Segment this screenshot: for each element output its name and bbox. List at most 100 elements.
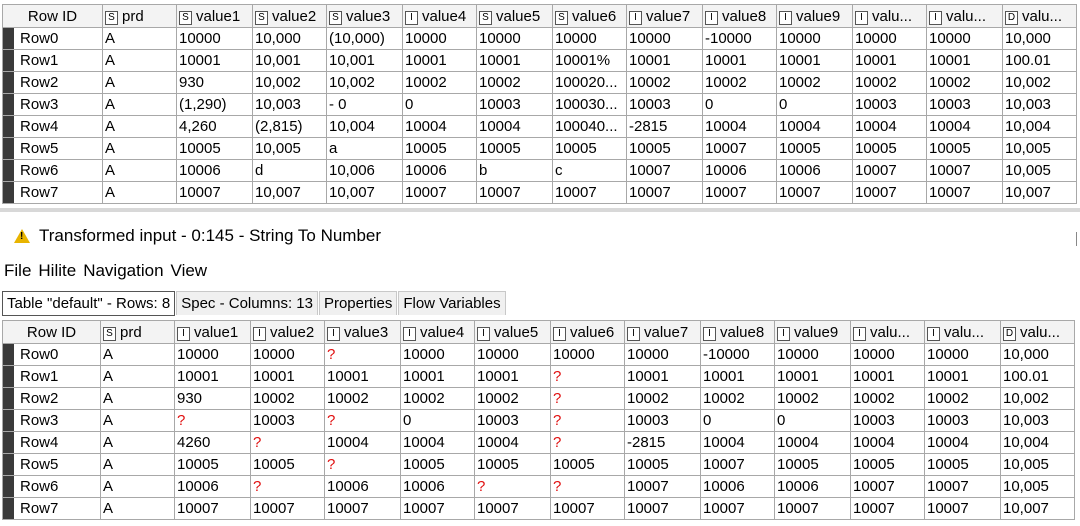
table-cell[interactable]: A [100, 453, 175, 476]
row-id-cell[interactable]: Row5 [2, 137, 103, 160]
table-cell[interactable]: 10007 [700, 453, 775, 476]
table-cell[interactable]: 10000 [924, 343, 1001, 366]
table-cell[interactable]: 930 [174, 387, 251, 410]
table-cell[interactable]: 10003 [850, 409, 925, 432]
table-cell[interactable]: 100040... [552, 115, 627, 138]
row-id-cell[interactable]: Row2 [2, 387, 101, 410]
table-cell[interactable]: 100.01 [1002, 49, 1077, 72]
table-cell[interactable]: 100030... [552, 93, 627, 116]
missing-value-cell[interactable]: ? [250, 431, 325, 454]
table-cell[interactable]: (2,815) [252, 115, 327, 138]
menu-view[interactable]: View [171, 261, 208, 281]
table-cell[interactable]: A [102, 71, 177, 94]
table-row[interactable]: Row7 A 10007 10007 10007 10007 10007 10007 10007… [2, 497, 1075, 520]
table-cell[interactable]: 10002 [700, 387, 775, 410]
table-cell[interactable]: 10001 [174, 365, 251, 388]
column-header[interactable]: Ivalu... [924, 320, 1001, 344]
table-cell[interactable]: 10,007 [326, 181, 403, 204]
table-cell[interactable]: 10,007 [252, 181, 327, 204]
table-cell[interactable]: 10002 [476, 71, 553, 94]
row-id-header[interactable]: Row ID [2, 320, 101, 344]
table-row[interactable]: Row3 A (1,290) 10,003- 0 0 10003 100030... 1000… [2, 93, 1077, 116]
table-cell[interactable]: 10001 [324, 365, 401, 388]
table-cell[interactable]: A [100, 497, 175, 520]
table-cell[interactable]: 10007 [624, 497, 701, 520]
table-cell[interactable]: 10007 [324, 497, 401, 520]
table-cell[interactable]: A [100, 431, 175, 454]
column-header[interactable]: Ivalue8 [700, 320, 775, 344]
missing-value-cell[interactable]: ? [550, 387, 625, 410]
row-id-cell[interactable]: Row3 [2, 409, 101, 432]
table-cell[interactable]: 10001 [402, 49, 477, 72]
table-cell[interactable]: 10007 [924, 475, 1001, 498]
missing-value-cell[interactable]: ? [324, 409, 401, 432]
table-cell[interactable]: A [102, 93, 177, 116]
table-cell[interactable]: 10003 [852, 93, 927, 116]
table-cell[interactable]: 10005 [850, 453, 925, 476]
table-cell[interactable]: 10007 [474, 497, 551, 520]
table-cell[interactable]: 10007 [626, 159, 703, 182]
table-cell[interactable]: 10005 [402, 137, 477, 160]
table-cell[interactable]: 10004 [852, 115, 927, 138]
missing-value-cell[interactable]: ? [250, 475, 325, 498]
column-header[interactable]: Sprd [100, 320, 175, 344]
row-id-cell[interactable]: Row6 [2, 475, 101, 498]
table-cell[interactable]: 10007 [852, 181, 927, 204]
table-cell[interactable]: 0 [774, 409, 851, 432]
table-cell[interactable]: 10002 [924, 387, 1001, 410]
table-cell[interactable]: 10006 [176, 159, 253, 182]
table-cell[interactable]: 0 [702, 93, 777, 116]
table-cell[interactable]: 10001 [250, 365, 325, 388]
column-header[interactable]: Ivalue9 [774, 320, 851, 344]
row-id-cell[interactable]: Row1 [2, 365, 101, 388]
row-id-header[interactable]: Row ID [2, 4, 103, 28]
column-header[interactable]: Ivalue7 [626, 4, 703, 28]
table-cell[interactable]: 10,003 [252, 93, 327, 116]
table-cell[interactable]: 10007 [174, 497, 251, 520]
table-row[interactable]: Row7 A 10007 10,007 10,007 10007 10007 10007 100… [2, 181, 1077, 204]
table-cell[interactable]: 10001 [850, 365, 925, 388]
table-cell[interactable]: 10001 [924, 365, 1001, 388]
column-header[interactable]: Ivalu... [850, 320, 925, 344]
table-cell[interactable]: -2815 [626, 115, 703, 138]
table-cell[interactable]: 10000 [550, 343, 625, 366]
table-cell[interactable]: 10004 [402, 115, 477, 138]
table-cell[interactable]: 10005 [924, 453, 1001, 476]
table-cell[interactable]: - 0 [326, 93, 403, 116]
column-header[interactable]: Svalue5 [476, 4, 553, 28]
table-cell[interactable]: 10006 [402, 159, 477, 182]
table-cell[interactable]: A [102, 181, 177, 204]
menu-file[interactable]: File [4, 261, 31, 281]
table-cell[interactable]: 10004 [776, 115, 853, 138]
table-cell[interactable]: 10003 [624, 409, 701, 432]
table-row[interactable]: Row6 A 10006 d 10,006 10006 b c 10007 10006 10006 1… [2, 159, 1077, 182]
table-cell[interactable]: 10004 [774, 431, 851, 454]
table-cell[interactable]: 10,001 [326, 49, 403, 72]
missing-value-cell[interactable]: ? [324, 343, 401, 366]
table-cell[interactable]: 10007 [852, 159, 927, 182]
table-cell[interactable]: 10005 [550, 453, 625, 476]
table-cell[interactable]: 10000 [624, 343, 701, 366]
table-cell[interactable]: A [102, 49, 177, 72]
column-header[interactable]: Ivalue4 [402, 4, 477, 28]
table-cell[interactable]: 10000 [850, 343, 925, 366]
table-cell[interactable]: 10003 [626, 93, 703, 116]
table-cell[interactable]: 100020... [552, 71, 627, 94]
table-cell[interactable]: 100.01 [1000, 365, 1075, 388]
table-cell[interactable]: 10002 [774, 387, 851, 410]
table-cell[interactable]: 10003 [926, 93, 1003, 116]
table-cell[interactable]: 10002 [250, 387, 325, 410]
table-cell[interactable]: 10005 [250, 453, 325, 476]
table-cell[interactable]: -10000 [700, 343, 775, 366]
table-cell[interactable]: 10001 [776, 49, 853, 72]
table-cell[interactable]: 10001% [552, 49, 627, 72]
column-header[interactable]: Ivalue1 [174, 320, 251, 344]
table-cell[interactable]: 10000 [174, 343, 251, 366]
missing-value-cell[interactable]: ? [550, 431, 625, 454]
table-cell[interactable]: 10,004 [1002, 115, 1077, 138]
table-cell[interactable]: 10,000 [1002, 27, 1077, 50]
table-cell[interactable]: b [476, 159, 553, 182]
table-cell[interactable]: d [252, 159, 327, 182]
table-cell[interactable]: 10000 [552, 27, 627, 50]
column-header[interactable]: Svalue3 [326, 4, 403, 28]
